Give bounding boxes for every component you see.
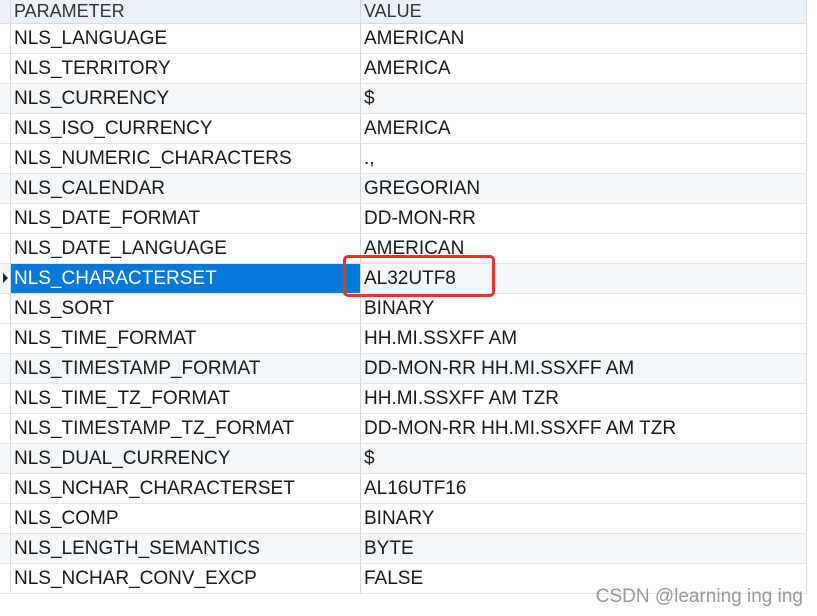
row-indicator[interactable] — [0, 354, 11, 383]
value-cell[interactable]: HH.MI.SSXFF AM TZR — [361, 384, 806, 413]
watermark-text: CSDN @learning ing ing — [595, 586, 803, 607]
parameter-cell[interactable]: NLS_NCHAR_CHARACTERSET — [11, 474, 361, 503]
row-indicator[interactable] — [0, 444, 11, 473]
parameter-cell[interactable]: NLS_LANGUAGE — [11, 24, 361, 53]
row-indicator[interactable] — [0, 114, 11, 143]
parameter-cell[interactable]: NLS_LENGTH_SEMANTICS — [11, 534, 361, 563]
parameter-cell[interactable]: NLS_COMP — [11, 504, 361, 533]
table-row[interactable]: NLS_LANGUAGE AMERICAN — [0, 24, 806, 54]
column-header-parameter[interactable]: PARAMETER — [11, 0, 361, 23]
value-cell[interactable]: ., — [361, 144, 806, 173]
table-row[interactable]: NLS_TERRITORY AMERICA — [0, 54, 806, 84]
parameter-cell[interactable]: NLS_CURRENCY — [11, 84, 361, 113]
parameter-cell[interactable]: NLS_CALENDAR — [11, 174, 361, 203]
parameter-cell[interactable]: NLS_TIMESTAMP_TZ_FORMAT — [11, 414, 361, 443]
value-cell[interactable]: AMERICAN — [361, 234, 806, 263]
parameter-cell[interactable]: NLS_TIME_TZ_FORMAT — [11, 384, 361, 413]
column-header-value[interactable]: VALUE — [361, 0, 806, 23]
row-indicator[interactable] — [0, 534, 11, 563]
parameter-cell[interactable]: NLS_TIME_FORMAT — [11, 324, 361, 353]
table-row[interactable]: NLS_ISO_CURRENCY AMERICA — [0, 114, 806, 144]
parameter-cell[interactable]: NLS_SORT — [11, 294, 361, 323]
row-indicator-header — [0, 0, 11, 23]
row-indicator[interactable] — [0, 564, 11, 593]
table-row[interactable]: NLS_TIME_FORMAT HH.MI.SSXFF AM — [0, 324, 806, 354]
parameter-cell[interactable]: NLS_TERRITORY — [11, 54, 361, 83]
table-row[interactable]: NLS_TIME_TZ_FORMAT HH.MI.SSXFF AM TZR — [0, 384, 806, 414]
table-row[interactable]: NLS_DATE_LANGUAGE AMERICAN — [0, 234, 806, 264]
value-cell[interactable]: AMERICAN — [361, 24, 806, 53]
value-cell[interactable]: HH.MI.SSXFF AM — [361, 324, 806, 353]
table-row-selected[interactable]: NLS_CHARACTERSET AL32UTF8 — [0, 264, 806, 294]
row-indicator[interactable] — [0, 474, 11, 503]
value-cell[interactable]: $ — [361, 444, 806, 473]
grid-header-row: PARAMETER VALUE — [0, 0, 806, 24]
value-cell[interactable]: DD-MON-RR HH.MI.SSXFF AM — [361, 354, 806, 383]
table-row[interactable]: NLS_NCHAR_CHARACTERSET AL16UTF16 — [0, 474, 806, 504]
table-row[interactable]: NLS_NUMERIC_CHARACTERS ., — [0, 144, 806, 174]
row-indicator[interactable] — [0, 324, 11, 353]
row-indicator[interactable] — [0, 414, 11, 443]
table-row[interactable]: NLS_CALENDAR GREGORIAN — [0, 174, 806, 204]
row-indicator[interactable] — [0, 384, 11, 413]
value-cell[interactable]: AL16UTF16 — [361, 474, 806, 503]
parameter-cell[interactable]: NLS_NCHAR_CONV_EXCP — [11, 564, 361, 593]
value-cell[interactable]: AMERICA — [361, 54, 806, 83]
value-cell[interactable]: BINARY — [361, 504, 806, 533]
table-row[interactable]: NLS_TIMESTAMP_FORMAT DD-MON-RR HH.MI.SSX… — [0, 354, 806, 384]
table-row[interactable]: NLS_COMP BINARY — [0, 504, 806, 534]
row-indicator[interactable] — [0, 294, 11, 323]
value-cell[interactable]: DD-MON-RR HH.MI.SSXFF AM TZR — [361, 414, 806, 443]
value-cell[interactable]: DD-MON-RR — [361, 204, 806, 233]
table-row[interactable]: NLS_CURRENCY $ — [0, 84, 806, 114]
result-grid: PARAMETER VALUE NLS_LANGUAGE AMERICAN NL… — [0, 0, 807, 594]
parameter-cell[interactable]: NLS_DATE_LANGUAGE — [11, 234, 361, 263]
table-row[interactable]: NLS_DUAL_CURRENCY $ — [0, 444, 806, 474]
row-indicator[interactable] — [0, 174, 11, 203]
parameter-cell-selected[interactable]: NLS_CHARACTERSET — [11, 264, 361, 293]
table-row[interactable]: NLS_SORT BINARY — [0, 294, 806, 324]
current-row-arrow-icon — [3, 273, 8, 283]
parameter-cell[interactable]: NLS_ISO_CURRENCY — [11, 114, 361, 143]
parameter-cell[interactable]: NLS_NUMERIC_CHARACTERS — [11, 144, 361, 173]
value-cell[interactable]: GREGORIAN — [361, 174, 806, 203]
parameter-cell[interactable]: NLS_TIMESTAMP_FORMAT — [11, 354, 361, 383]
row-indicator[interactable] — [0, 204, 11, 233]
row-indicator[interactable] — [0, 504, 11, 533]
value-cell[interactable]: BYTE — [361, 534, 806, 563]
row-indicator[interactable] — [0, 24, 11, 53]
table-row[interactable]: NLS_TIMESTAMP_TZ_FORMAT DD-MON-RR HH.MI.… — [0, 414, 806, 444]
row-indicator-current[interactable] — [0, 264, 11, 293]
value-cell[interactable]: AL32UTF8 — [361, 264, 806, 293]
row-indicator[interactable] — [0, 144, 11, 173]
row-indicator[interactable] — [0, 84, 11, 113]
parameter-cell[interactable]: NLS_DUAL_CURRENCY — [11, 444, 361, 473]
value-cell[interactable]: BINARY — [361, 294, 806, 323]
value-cell[interactable]: AMERICA — [361, 114, 806, 143]
parameter-cell[interactable]: NLS_DATE_FORMAT — [11, 204, 361, 233]
row-indicator[interactable] — [0, 234, 11, 263]
value-cell[interactable]: $ — [361, 84, 806, 113]
table-row[interactable]: NLS_LENGTH_SEMANTICS BYTE — [0, 534, 806, 564]
table-row[interactable]: NLS_DATE_FORMAT DD-MON-RR — [0, 204, 806, 234]
row-indicator[interactable] — [0, 54, 11, 83]
